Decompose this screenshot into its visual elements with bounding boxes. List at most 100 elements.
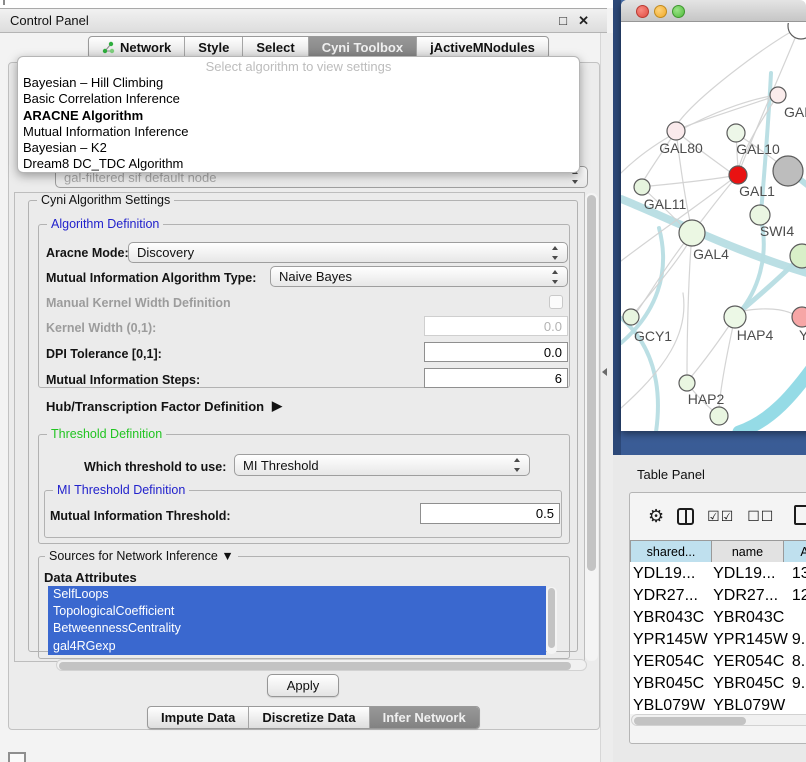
dropdown-item-bayesian-hill-climbing[interactable]: Bayesian – Hill Climbing xyxy=(18,75,579,91)
mac-close-button[interactable] xyxy=(636,5,649,18)
apply-button[interactable]: Apply xyxy=(267,674,339,697)
manual-kernel-label: Manual Kernel Width Definition xyxy=(46,296,231,310)
tab-label: Infer Network xyxy=(383,707,466,728)
table-cell xyxy=(791,608,806,628)
aracne-mode-value: Discovery xyxy=(137,245,194,260)
node-gcy1[interactable] xyxy=(623,309,639,325)
table-cell: YER054C xyxy=(632,652,710,672)
manual-kernel-checkbox[interactable] xyxy=(549,295,563,309)
attributes-scrollbar-thumb[interactable] xyxy=(548,588,555,648)
table-row[interactable]: YBL079WYBL079W xyxy=(632,696,806,714)
node-gal1[interactable] xyxy=(729,166,747,184)
table-panel: Table Panel ⚙ ☑☑ ☐☐ shared...nameA YDL19… xyxy=(613,455,806,762)
table-header: shared...nameA xyxy=(630,540,806,563)
node-bottom-green[interactable] xyxy=(710,407,728,425)
tab-label: Cyni Toolbox xyxy=(322,37,403,58)
hub-section-label[interactable]: Hub/Transcription Factor Definition xyxy=(46,399,264,414)
attributes-scrollbar[interactable] xyxy=(546,587,557,654)
docked-panel-icon[interactable] xyxy=(8,752,26,762)
network-window-titlebar[interactable] xyxy=(621,0,806,22)
table-cell: 9. xyxy=(791,630,806,650)
node-gal1-label: GAL1 xyxy=(739,183,775,199)
kernel-width-field[interactable]: 0.0 xyxy=(424,316,568,336)
node-hap2-label: HAP2 xyxy=(688,391,725,407)
node-gal80[interactable] xyxy=(667,122,685,140)
tab-style[interactable]: Style xyxy=(185,37,243,58)
table-horizontal-scrollbar[interactable] xyxy=(631,714,806,726)
which-threshold-combo[interactable]: MI Threshold xyxy=(234,454,530,476)
attribute-table-rows: YDL19...YDL19...13YDR27...YDR27...12YBR0… xyxy=(630,562,806,714)
column-header-a[interactable]: A xyxy=(784,541,806,563)
dropdown-item-bayesian-k2[interactable]: Bayesian – K2 xyxy=(18,140,579,156)
settings-horizontal-scrollbar[interactable] xyxy=(56,659,587,671)
float-window-icon[interactable]: □ xyxy=(559,13,567,28)
mi-threshold-field[interactable]: 0.5 xyxy=(420,503,560,524)
table-cell xyxy=(791,696,806,714)
tab-jactivemnodules[interactable]: jActiveMNodules xyxy=(417,37,548,58)
table-row[interactable]: YER054CYER054C8. xyxy=(632,652,806,672)
dpi-tolerance-field[interactable]: 0.0 xyxy=(424,342,568,362)
table-row[interactable]: YDL19...YDL19...13 xyxy=(632,564,806,584)
node-pink-right-label: Y xyxy=(799,327,806,343)
node-top[interactable] xyxy=(788,23,806,39)
mac-zoom-button[interactable] xyxy=(672,5,685,18)
panel-splitter[interactable] xyxy=(600,33,613,762)
node-hap2[interactable] xyxy=(679,375,695,391)
aracne-mode-combo[interactable]: Discovery xyxy=(128,242,568,263)
tab-infer-network[interactable]: Infer Network xyxy=(370,707,479,728)
select-all-checkboxes-icon[interactable]: ☑☑ xyxy=(707,508,734,525)
node-gal10[interactable] xyxy=(727,124,745,142)
network-edge xyxy=(687,233,692,375)
threshold-group-title: Threshold Definition xyxy=(47,427,166,441)
network-icon xyxy=(102,41,115,54)
attribute-item-gal4rgexp[interactable]: gal4RGexp xyxy=(48,638,546,655)
tab-cyni-toolbox[interactable]: Cyni Toolbox xyxy=(309,37,417,58)
network-window[interactable]: GALGAL80GAL10GAL1GAL11SWI4GAL4GCY1HAP4YH… xyxy=(621,0,806,431)
document-icon[interactable] xyxy=(794,505,806,525)
attribute-item-selfloops[interactable]: SelfLoops xyxy=(48,586,546,603)
node-hap4[interactable] xyxy=(724,306,746,328)
node-gal80-label: GAL80 xyxy=(659,140,703,156)
table-toolbar: ⚙ ☑☑ ☐☐ xyxy=(630,493,806,539)
node-gal4[interactable] xyxy=(679,220,705,246)
splitter-handle-icon[interactable] xyxy=(602,368,607,376)
dropdown-item-aracne-algorithm[interactable]: ARACNE Algorithm xyxy=(18,108,579,124)
node-pink-right[interactable] xyxy=(792,307,806,327)
hub-expand-arrow-icon[interactable]: ▶ xyxy=(272,398,282,414)
dropdown-item-mutual-information-inference[interactable]: Mutual Information Inference xyxy=(18,124,579,140)
settings-vertical-scrollbar[interactable] xyxy=(585,193,598,661)
mi-algorithm-type-combo[interactable]: Naive Bayes xyxy=(270,266,568,287)
node-gray[interactable] xyxy=(773,156,803,186)
tab-network[interactable]: Network xyxy=(89,37,185,58)
mi-algorithm-type-label: Mutual Information Algorithm Type: xyxy=(46,271,256,285)
table-row[interactable]: YDR27...YDR27...12 xyxy=(632,586,806,606)
settings-hscroll-thumb[interactable] xyxy=(59,662,571,670)
sources-collapse-arrow-icon[interactable]: ▼ xyxy=(221,549,233,563)
column-header-shared[interactable]: shared... xyxy=(631,541,712,563)
table-row[interactable]: YBR045CYBR045C9. xyxy=(632,674,806,694)
combo-arrows-icon xyxy=(550,269,561,285)
tab-discretize-data[interactable]: Discretize Data xyxy=(249,707,369,728)
tab-impute-data[interactable]: Impute Data xyxy=(148,707,249,728)
node-swi4[interactable] xyxy=(750,205,770,225)
deselect-all-checkboxes-icon[interactable]: ☐☐ xyxy=(747,508,774,525)
column-header-name[interactable]: name xyxy=(712,541,784,563)
attribute-item-topologicalcoefficient[interactable]: TopologicalCoefficient xyxy=(48,603,546,620)
attribute-item-betweennesscentrality[interactable]: BetweennessCentrality xyxy=(48,620,546,637)
network-canvas[interactable]: GALGAL80GAL10GAL1GAL11SWI4GAL4GCY1HAP4YH… xyxy=(621,23,806,431)
columns-icon[interactable] xyxy=(677,508,694,525)
settings-vscroll-thumb[interactable] xyxy=(587,195,596,571)
node-gal7[interactable] xyxy=(770,87,786,103)
table-row[interactable]: YPR145WYPR145W9. xyxy=(632,630,806,650)
dropdown-item-dream8-dc-tdc-algorithm[interactable]: Dream8 DC_TDC Algorithm xyxy=(18,156,579,172)
table-row[interactable]: YBR043CYBR043C xyxy=(632,608,806,628)
close-panel-icon[interactable]: ✕ xyxy=(578,13,589,29)
mac-minimize-button[interactable] xyxy=(654,5,667,18)
gear-icon[interactable]: ⚙ xyxy=(648,507,664,525)
table-hscroll-thumb[interactable] xyxy=(634,717,746,725)
node-gal11[interactable] xyxy=(634,179,650,195)
dropdown-item-basic-correlation-inference[interactable]: Basic Correlation Inference xyxy=(18,91,579,107)
tab-select[interactable]: Select xyxy=(243,37,308,58)
combo-arrows-icon xyxy=(512,457,523,473)
mi-steps-field[interactable]: 6 xyxy=(424,368,568,388)
